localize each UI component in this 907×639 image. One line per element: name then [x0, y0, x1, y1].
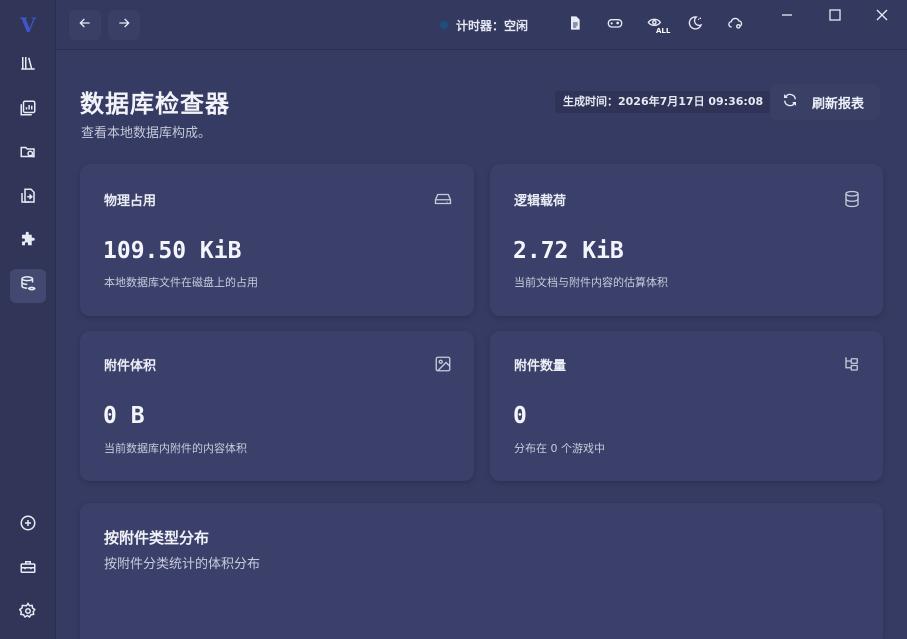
sidebar-item-settings[interactable] — [10, 596, 46, 630]
sidebar-item-add[interactable] — [10, 508, 46, 542]
moon-icon — [687, 15, 703, 35]
toolbox-icon — [19, 558, 37, 580]
section-title: 按附件类型分布 — [104, 529, 210, 547]
attachment-type-distribution: 按附件类型分布 按附件分类统计的体积分布 — [80, 503, 883, 639]
close-button[interactable] — [867, 4, 897, 26]
titlebar: 计时器：空闲 ALL — [56, 0, 907, 50]
card-label: 物理占用 — [104, 194, 157, 209]
gear-icon — [18, 602, 37, 624]
sidebar-item-database-inspector[interactable] — [10, 269, 46, 303]
sidebar: V — [0, 0, 56, 639]
file-import-icon — [19, 187, 37, 209]
refresh-report-button[interactable]: 刷新报表 — [770, 84, 880, 120]
card-description: 当前数据库内附件的内容体积 — [104, 442, 247, 455]
refresh-icon — [782, 92, 798, 112]
minimize-button[interactable] — [772, 4, 802, 26]
maximize-icon — [829, 6, 841, 25]
card-physical-size: 物理占用 109.50 KiB 本地数据库文件在磁盘上的占用 — [80, 164, 474, 316]
cloud-sync-button[interactable] — [722, 12, 748, 38]
timer-label: 计时器：空闲 — [456, 18, 529, 33]
visibility-all-button[interactable]: ALL — [642, 12, 671, 38]
chart-icon — [19, 99, 37, 121]
database-eye-icon — [19, 275, 37, 297]
image-icon — [434, 355, 452, 373]
refresh-label: 刷新报表 — [812, 96, 865, 112]
sidebar-item-library[interactable] — [10, 48, 46, 82]
card-value: 109.50 KiB — [103, 238, 242, 264]
close-icon — [876, 6, 888, 25]
library-icon — [19, 54, 37, 76]
card-description: 本地数据库文件在磁盘上的占用 — [104, 276, 258, 289]
eye-badge: ALL — [656, 27, 671, 35]
card-attachment-count: 附件数量 0 分布在 0 个游戏中 — [490, 331, 883, 481]
sidebar-item-folder-search[interactable] — [10, 137, 46, 171]
card-logical-payload: 逻辑载荷 2.72 KiB 当前文档与附件内容的估算体积 — [490, 164, 883, 316]
gamepad-icon — [607, 15, 623, 35]
card-value: 0 B — [103, 403, 145, 429]
cloud-icon — [727, 15, 743, 35]
app-logo[interactable]: V — [0, 10, 56, 40]
add-circle-icon — [19, 514, 37, 536]
arrow-left-icon — [77, 15, 93, 35]
folder-search-icon — [19, 143, 37, 165]
sidebar-item-plugins[interactable] — [10, 225, 46, 259]
hard-drive-icon — [434, 190, 452, 208]
gamepad-button[interactable] — [602, 12, 628, 38]
sidebar-item-stats[interactable] — [10, 93, 46, 127]
timer-dot-icon — [440, 21, 448, 29]
card-description: 当前文档与附件内容的估算体积 — [514, 276, 668, 289]
back-button[interactable] — [69, 10, 101, 40]
theme-button[interactable] — [682, 12, 708, 38]
sidebar-item-import[interactable] — [10, 181, 46, 215]
card-label: 逻辑载荷 — [514, 194, 567, 209]
card-value: 0 — [513, 403, 527, 429]
card-label: 附件体积 — [104, 359, 157, 374]
sidebar-item-tools[interactable] — [10, 552, 46, 586]
card-value: 2.72 KiB — [513, 238, 624, 264]
card-label: 附件数量 — [514, 359, 567, 374]
document-button[interactable] — [562, 12, 588, 38]
puzzle-icon — [19, 231, 37, 253]
timer-status[interactable]: 计时器：空闲 — [440, 14, 528, 36]
arrow-right-icon — [116, 15, 132, 35]
tree-icon — [843, 355, 861, 373]
card-description: 分布在 0 个游戏中 — [514, 442, 605, 455]
maximize-button[interactable] — [820, 4, 850, 26]
forward-button[interactable] — [108, 10, 140, 40]
database-icon — [843, 190, 861, 208]
minimize-icon — [781, 6, 793, 25]
generated-time-badge: 生成时间：2026年7月17日 09:36:08 — [555, 91, 772, 113]
page-title: 数据库检查器 — [80, 90, 230, 118]
document-icon — [567, 15, 583, 35]
section-subtitle: 按附件分类统计的体积分布 — [104, 557, 261, 572]
page-subtitle: 查看本地数据库构成。 — [81, 126, 212, 141]
card-attachment-size: 附件体积 0 B 当前数据库内附件的内容体积 — [80, 331, 474, 481]
